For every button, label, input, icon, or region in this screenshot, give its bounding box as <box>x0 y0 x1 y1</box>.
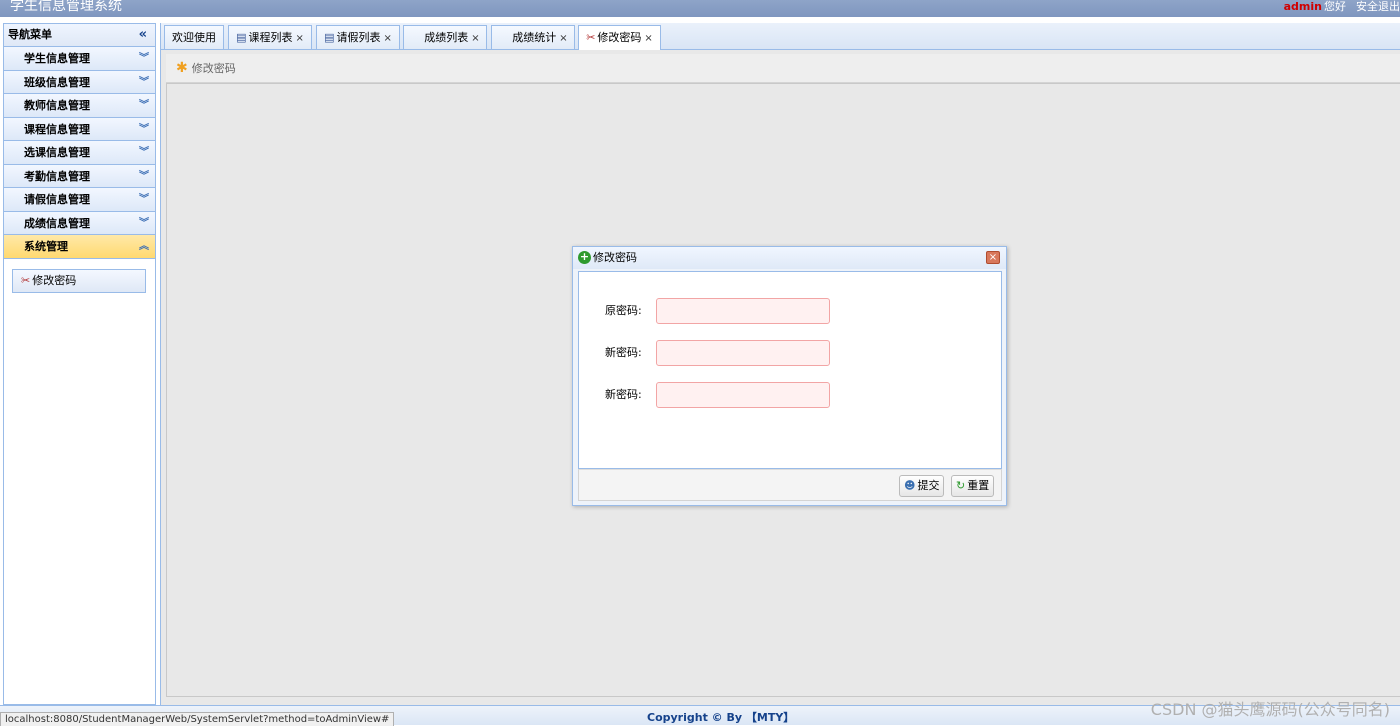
close-icon[interactable]: × <box>986 251 1000 264</box>
chevron-down-icon: ︾ <box>139 170 149 182</box>
chevron-down-icon: ︾ <box>139 217 149 229</box>
chevron-down-icon: ︾ <box>139 76 149 88</box>
nav-item-label: 成绩信息管理 <box>24 216 90 230</box>
user-area: admin 您好 安全退出 <box>1284 0 1400 14</box>
greeting-text: 您好 <box>1324 0 1346 13</box>
nav-sub-label: 修改密码 <box>32 274 77 287</box>
tab-course-list[interactable]: ▤ 课程列表 × <box>228 25 312 49</box>
reset-label: 重置 <box>967 479 990 492</box>
new-password-input[interactable] <box>656 340 830 366</box>
nav-item-attendance[interactable]: 考勤信息管理 ︾ <box>4 164 155 188</box>
nav-item-label: 请假信息管理 <box>24 193 90 206</box>
chevron-down-icon: ︾ <box>139 123 149 135</box>
tab-leave-list[interactable]: ▤ 请假列表 × <box>316 25 400 49</box>
copyright-text: Copyright © By 【MTY】 <box>647 711 795 724</box>
tools-icon: ✂ <box>586 31 596 44</box>
nav-item-leave[interactable]: 请假信息管理 ︾ <box>4 188 155 212</box>
nav-item-selection[interactable]: 选课信息管理 ︾ <box>4 141 155 165</box>
nav-panel: 导航菜单 « 学生信息管理 ︾ 班级信息管理 ︾ 教师信息管理 ︾ 课程信息管理… <box>3 23 156 705</box>
nav-item-label: 教师信息管理 <box>24 99 90 112</box>
nav-item-teacher[interactable]: 教师信息管理 ︾ <box>4 94 155 118</box>
add-icon: + <box>578 250 591 264</box>
close-icon[interactable]: × <box>559 33 567 44</box>
dialog-body: 原密码: 新密码: 新密码: <box>578 271 1002 469</box>
star-icon: ✱ <box>176 60 188 76</box>
chevron-down-icon: ︾ <box>139 100 149 111</box>
dialog-title: 修改密码 <box>593 251 637 264</box>
tab-label: 请假列表 <box>336 31 381 44</box>
collapse-icon[interactable]: « <box>139 24 147 46</box>
chevron-down-icon: ︾ <box>139 194 149 205</box>
old-password-input[interactable] <box>656 298 830 324</box>
nav-sub-change-password[interactable]: ✂ 修改密码 <box>12 269 146 293</box>
submit-button[interactable]: ☻ 提交 <box>899 475 945 497</box>
app-footer: localhost:8080/StudentManagerWeb/SystemS… <box>0 700 1400 726</box>
status-url: localhost:8080/StudentManagerWeb/SystemS… <box>0 712 395 726</box>
username: admin <box>1283 0 1322 13</box>
tab-score-stats[interactable]: 成绩统计 × <box>491 25 575 49</box>
form-row-new-password: 新密码: <box>579 340 1003 366</box>
nav-item-label: 考勤信息管理 <box>24 169 90 183</box>
nav-item-label: 选课信息管理 <box>24 146 90 159</box>
logout-link[interactable]: 安全退出 <box>1356 0 1400 13</box>
refresh-icon: ↻ <box>956 479 966 492</box>
app-header: 学生信息管理系统 admin 您好 安全退出 <box>0 0 1400 17</box>
nav-item-label: 课程信息管理 <box>24 122 90 136</box>
tab-label: 修改密码 <box>597 31 642 44</box>
close-icon[interactable]: × <box>471 33 479 44</box>
chevron-down-icon: ︾ <box>139 147 149 158</box>
tab-welcome[interactable]: 欢迎使用 <box>164 25 224 49</box>
tab-score-list[interactable]: 成绩列表 × <box>403 25 487 49</box>
nav-item-label: 班级信息管理 <box>24 75 90 89</box>
close-icon[interactable]: × <box>644 33 652 44</box>
app-title: 学生信息管理系统 <box>10 0 122 14</box>
nav-item-score[interactable]: 成绩信息管理 ︾ <box>4 211 155 235</box>
chevron-up-icon: ︽ <box>139 241 149 252</box>
tab-change-password[interactable]: ✂ 修改密码 × <box>578 25 661 50</box>
tab-label: 成绩统计 <box>512 31 557 44</box>
chevron-down-icon: ︾ <box>139 53 149 64</box>
form-row-confirm-password: 新密码: <box>579 382 1003 408</box>
tab-label: 课程列表 <box>248 31 293 44</box>
nav-item-class[interactable]: 班级信息管理 ︾ <box>4 70 155 94</box>
field-label: 原密码: <box>605 304 642 317</box>
close-icon[interactable]: × <box>384 33 392 44</box>
nav-item-system[interactable]: 系统管理 ︽ <box>4 235 155 259</box>
tab-label: 欢迎使用 <box>172 31 216 44</box>
nav-title: 导航菜单 <box>8 28 52 41</box>
nav-item-label: 系统管理 <box>24 240 68 253</box>
book-icon: ▤ <box>236 31 247 44</box>
user-icon: ☻ <box>904 479 916 492</box>
dialog-header: + 修改密码 × <box>573 247 1006 269</box>
toolbar-label: 修改密码 <box>191 62 236 75</box>
submit-label: 提交 <box>917 479 940 492</box>
close-icon[interactable]: × <box>296 33 304 44</box>
nav-item-label: 学生信息管理 <box>24 52 90 65</box>
field-label: 新密码: <box>605 388 642 401</box>
tab-bar: 欢迎使用 ▤ 课程列表 × ▤ 请假列表 × 成绩列表 × 成绩统计 × ✂ 修改密码 × <box>161 23 1400 50</box>
nav-item-student[interactable]: 学生信息管理 ︾ <box>4 47 155 71</box>
tools-icon: ✂ <box>21 274 31 287</box>
nav-header: 导航菜单 « <box>4 24 155 47</box>
watermark-text: CSDN @猫头鹰源码(公众号同名) <box>1150 700 1390 719</box>
form-row-old-password: 原密码: <box>579 298 1003 324</box>
change-password-dialog: + 修改密码 × 原密码: 新密码: 新密码: ☻ 提交 ↻ 重置 <box>572 246 1007 506</box>
field-label: 新密码: <box>605 346 642 359</box>
nav-item-course[interactable]: 课程信息管理 ︾ <box>4 117 155 141</box>
dialog-footer: ☻ 提交 ↻ 重置 <box>578 469 1002 501</box>
reset-button[interactable]: ↻ 重置 <box>951 475 995 497</box>
book-icon: ▤ <box>324 31 335 44</box>
confirm-password-input[interactable] <box>656 382 830 408</box>
tab-label: 成绩列表 <box>424 31 469 44</box>
page-toolbar: ✱ 修改密码 <box>166 54 1400 83</box>
